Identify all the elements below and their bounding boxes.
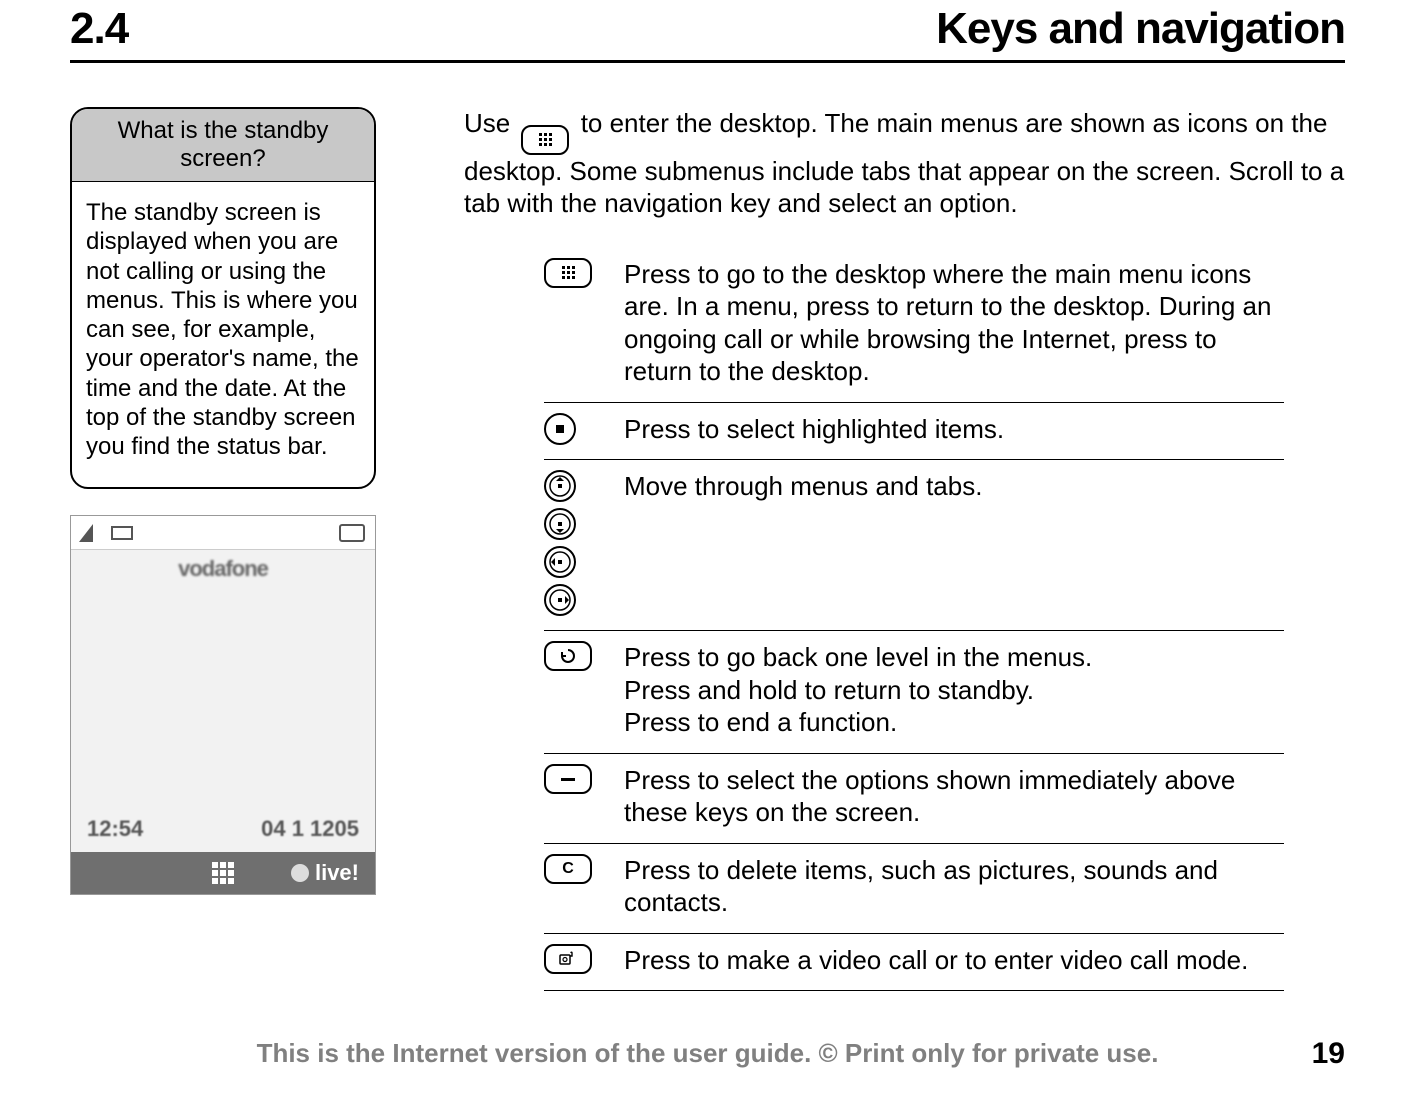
softkey-bar: live!	[71, 852, 375, 894]
nav-up-icon	[544, 470, 576, 502]
intro-before: Use	[464, 108, 517, 138]
key-icon-col: C	[544, 854, 624, 884]
header-rule	[70, 60, 1345, 63]
key-row: Press to make a video call or to enter v…	[544, 934, 1284, 992]
grid-key-icon	[544, 258, 592, 288]
key-table: Press to go to the desktop where the mai…	[544, 248, 1284, 992]
callout-body: The standby screen is displayed when you…	[72, 182, 374, 487]
key-desc: Move through menus and tabs.	[624, 470, 982, 503]
key-row: C Press to delete items, such as picture…	[544, 844, 1284, 934]
standby-screenshot: vodafone 12:54 04 1 1205 live!	[70, 515, 376, 895]
video-call-key-icon	[544, 944, 592, 974]
key-desc: Press to delete items, such as pictures,…	[624, 854, 1284, 919]
nav-right-icon	[544, 584, 576, 616]
key-icon-col	[544, 641, 624, 671]
key-desc: Press to select the options shown immedi…	[624, 764, 1284, 829]
nav-left-icon	[544, 546, 576, 578]
key-icon-col	[544, 764, 624, 794]
back-key-icon	[544, 641, 592, 671]
section-title: Keys and navigation	[936, 4, 1345, 54]
footer-text: This is the Internet version of the user…	[0, 1038, 1415, 1069]
c-key-icon: C	[544, 854, 592, 884]
nav-down-icon	[544, 508, 576, 540]
softkey-icon	[544, 764, 592, 794]
key-row: Press to select highlighted items.	[544, 403, 1284, 461]
status-bar	[71, 516, 375, 550]
page-number: 19	[1312, 1037, 1345, 1071]
page-header: 2.4 Keys and navigation	[70, 0, 1345, 54]
page: 2.4 Keys and navigation What is the stan…	[0, 0, 1415, 1093]
desktop-grid-icon	[212, 862, 234, 884]
key-row: Press to go back one level in the menus.…	[544, 631, 1284, 754]
key-row: Move through menus and tabs.	[544, 460, 1284, 631]
live-icon	[291, 864, 309, 882]
key-icon-col	[544, 944, 624, 974]
key-icon-col	[544, 413, 624, 445]
key-desc: Press to select highlighted items.	[624, 413, 1004, 446]
clock-time: 12:54	[87, 816, 143, 842]
key-icon-col	[544, 470, 624, 616]
body: What is the standby screen? The standby …	[70, 107, 1345, 991]
key-desc: Press to go to the desktop where the mai…	[624, 258, 1284, 388]
left-column: What is the standby screen? The standby …	[70, 107, 400, 991]
key-icon-col	[544, 258, 624, 288]
battery-icon	[111, 526, 133, 540]
key-row: Press to select the options shown immedi…	[544, 754, 1284, 844]
operator-name: vodafone	[71, 556, 375, 582]
key-desc: Press to go back one level in the menus.…	[624, 641, 1092, 739]
select-key-icon	[544, 413, 576, 445]
key-desc: Press to make a video call or to enter v…	[624, 944, 1248, 977]
right-column: Use to enter the desktop. The main menus…	[464, 107, 1345, 991]
callout-box: What is the standby screen? The standby …	[70, 107, 376, 489]
callout-title: What is the standby screen?	[72, 109, 374, 182]
section-number: 2.4	[70, 4, 128, 54]
clock-date: 04 1 1205	[261, 816, 359, 842]
signal-icon	[79, 524, 93, 542]
softkey-right-label: live!	[315, 860, 359, 886]
key-row: Press to go to the desktop where the mai…	[544, 248, 1284, 403]
grid-key-icon	[521, 125, 569, 155]
intro-after: to enter the desktop. The main menus are…	[464, 108, 1344, 218]
status-icon	[339, 524, 365, 542]
intro-text: Use to enter the desktop. The main menus…	[464, 107, 1345, 220]
